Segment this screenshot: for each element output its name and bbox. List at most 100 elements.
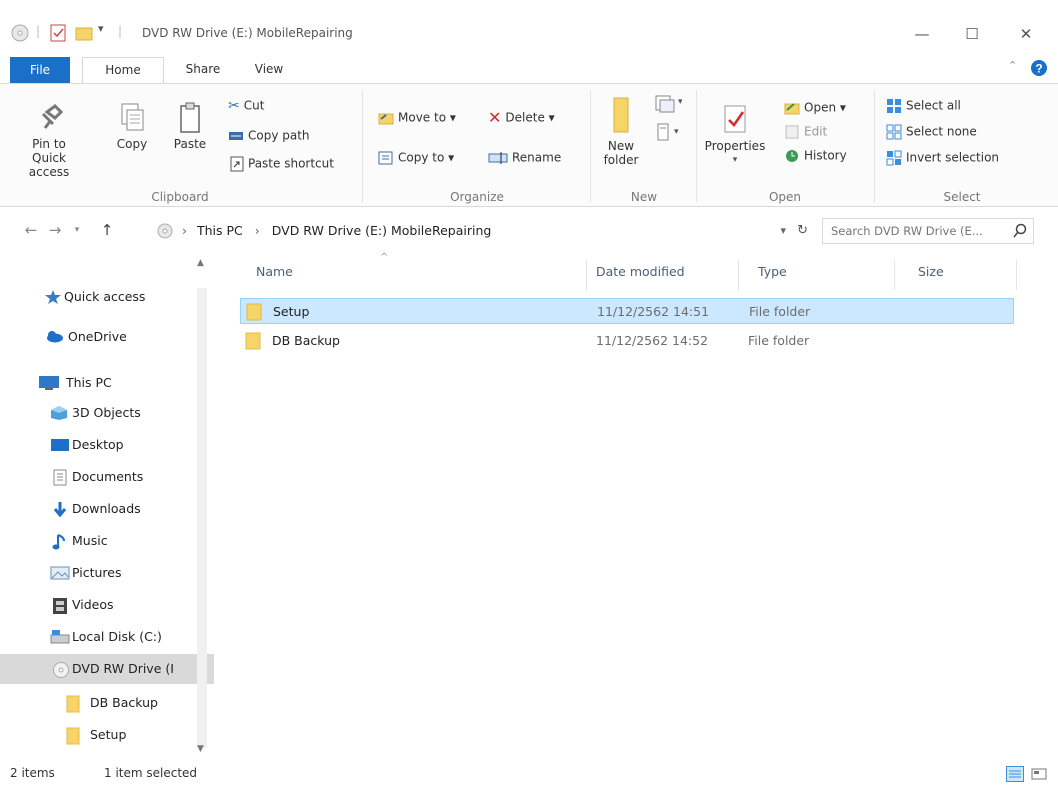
window-title: DVD RW Drive (E:) MobileRepairing [142,26,353,40]
nav-label: Setup [90,727,127,742]
move-to-button[interactable]: Move to ▾ [378,106,456,128]
details-view-icon[interactable] [1006,766,1024,782]
breadcrumb-dvd-drive[interactable]: DVD RW Drive (E:) MobileRepairing [272,223,492,238]
table-row[interactable]: Setup 11/12/2562 14:51 File folder [240,298,1014,324]
navigation-scrollbar[interactable]: ▲ ▼ [194,258,210,758]
nav-item-desktop[interactable]: Desktop [0,430,214,460]
nav-item-videos[interactable]: Videos [0,590,214,620]
nav-item-quick-access[interactable]: Quick access [0,282,214,312]
column-divider[interactable] [1016,260,1017,290]
column-divider[interactable] [894,260,895,290]
close-button[interactable]: ✕ [1004,20,1048,48]
tab-view[interactable]: View [244,57,294,83]
star-icon [45,290,61,304]
easy-access-icon[interactable]: ▾ [652,122,682,144]
column-header-date-modified[interactable]: Date modified [596,260,685,284]
file-name: Setup [273,304,310,319]
file-date: 11/12/2562 14:52 [596,333,709,348]
help-icon[interactable]: ? [1030,59,1048,77]
pin-icon [41,104,63,129]
column-divider[interactable] [738,260,739,290]
refresh-icon[interactable]: ↻ [797,218,808,244]
nav-item-db-backup[interactable]: DB Backup [0,688,214,718]
tab-share[interactable]: Share [172,57,234,83]
properties-quick-icon[interactable] [48,23,68,43]
history-button[interactable]: History [784,144,847,166]
tab-home[interactable]: Home [82,57,164,83]
tab-file[interactable]: File [10,57,70,83]
column-header-name[interactable]: Name [256,260,293,284]
breadcrumb-this-pc[interactable]: This PC [197,223,243,238]
select-all-button[interactable]: Select all [886,94,961,116]
select-group-label: Select [943,190,981,204]
table-row[interactable]: DB Backup 11/12/2562 14:52 File folder [240,328,1014,354]
cut-button[interactable]: ✂ Cut [228,94,264,116]
search-box[interactable] [822,218,1034,244]
nav-label: Videos [72,597,114,612]
maximize-button[interactable]: ☐ [950,20,994,48]
nav-item-pictures[interactable]: Pictures [0,558,214,588]
copy-path-label: Copy path [248,128,310,143]
new-folder-button[interactable]: New folder [600,96,642,167]
new-folder-quick-icon[interactable] [74,23,94,43]
rename-button[interactable]: Rename [488,146,561,168]
organize-group-label: Organize [450,190,504,204]
nav-item-dvd-drive[interactable]: DVD RW Drive (I [0,654,214,684]
properties-button[interactable]: Properties ▾ [704,104,766,167]
nav-item-music[interactable]: Music [0,526,214,556]
back-arrow-icon[interactable]: ← [20,219,42,241]
scroll-down-icon[interactable]: ▼ [197,744,204,754]
collapse-ribbon-icon[interactable]: ⌃ [1008,59,1017,72]
column-divider[interactable] [586,260,587,290]
new-group-label: New [630,190,658,204]
copy-button[interactable]: Copy [112,102,152,151]
nav-item-onedrive[interactable]: OneDrive [0,322,214,352]
edit-button[interactable]: Edit [784,120,827,142]
address-history-chevron-icon[interactable]: ▾ [780,218,786,244]
clipboard-group: Pin to Quick access Copy Paste ✂ Cut Copy… [0,84,360,208]
paste-button[interactable]: Paste [168,102,212,151]
open-group: Properties ▾ Open ▾ Edit History Open [698,84,872,208]
open-label: Open ▾ [804,100,846,115]
title-divider: | [118,24,123,38]
scissors-icon: ✂ [228,97,240,114]
new-item-icon[interactable]: ▾ [652,94,682,116]
copy-to-button[interactable]: Copy to ▾ [378,146,454,168]
status-item-count: 2 items [10,766,55,780]
disc-icon[interactable] [10,23,30,43]
nav-item-local-disk[interactable]: Local Disk (C:) [0,622,214,652]
pin-to-quick-access-button[interactable]: Pin to Quick access [18,102,80,179]
large-icons-view-icon[interactable] [1030,766,1048,782]
nav-item-setup[interactable]: Setup [0,720,214,750]
title-bar: | ▾ | DVD RW Drive (E:) MobileRepairing … [0,14,1058,54]
open-button[interactable]: Open ▾ [784,96,846,118]
paste-shortcut-button[interactable]: Paste shortcut [230,152,334,174]
recent-locations-chevron-icon[interactable]: ▾ [66,219,88,241]
copy-path-button[interactable]: Copy path [228,124,310,146]
scroll-up-icon[interactable]: ▲ [197,258,204,268]
up-arrow-icon[interactable]: ↑ [96,219,118,241]
column-header-size[interactable]: Size [918,260,944,284]
column-header-type[interactable]: Type [758,260,787,284]
download-arrow-icon [53,502,67,518]
address-bar[interactable]: › This PC › DVD RW Drive (E:) MobileRepa… [152,218,816,244]
delete-button[interactable]: ✕ Delete ▾ [488,106,555,128]
select-none-button[interactable]: Select none [886,120,977,142]
search-icon[interactable] [1012,223,1028,239]
document-icon [53,469,67,486]
cut-label: Cut [243,98,265,113]
minimize-button[interactable]: — [900,20,944,48]
nav-item-this-pc[interactable]: This PC [0,368,214,398]
select-group: Select all Select none Invert selection … [876,84,1048,208]
breadcrumb-separator: › [182,223,187,238]
scrollbar-thumb[interactable] [197,288,207,748]
invert-selection-button[interactable]: Invert selection [886,146,999,168]
customize-quick-access-icon[interactable]: ▾ [98,22,104,35]
select-none-label: Select none [906,124,977,139]
properties-dropdown-icon[interactable]: ▾ [704,153,766,167]
forward-arrow-icon[interactable]: → [44,219,66,241]
nav-item-documents[interactable]: Documents [0,462,214,492]
nav-item-3d-objects[interactable]: 3D Objects [0,398,214,428]
search-input[interactable] [831,219,1011,243]
nav-item-downloads[interactable]: Downloads [0,494,214,524]
